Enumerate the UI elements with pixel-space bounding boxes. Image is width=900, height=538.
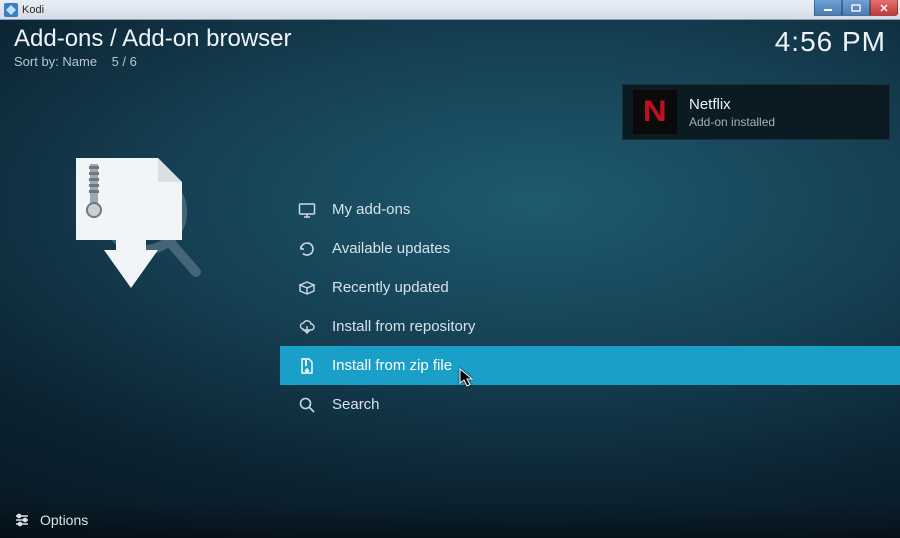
- download-illustration: [56, 150, 206, 300]
- monitor-icon: [298, 201, 316, 219]
- header: Add-ons / Add-on browser Sort by: Name 5…: [14, 26, 886, 69]
- options-icon[interactable]: [14, 512, 30, 528]
- menu-item-search[interactable]: Search: [280, 385, 900, 424]
- netflix-icon: N: [633, 90, 677, 134]
- search-icon: [298, 396, 316, 414]
- refresh-icon: [298, 240, 316, 258]
- sort-by-value: Name: [62, 54, 97, 69]
- options-label[interactable]: Options: [40, 512, 88, 528]
- addon-browser-menu: My add-ons Available updates Recently up…: [280, 190, 900, 424]
- clock: 4:56 PM: [775, 26, 886, 69]
- open-box-icon: [298, 279, 316, 297]
- window-controls: [814, 0, 898, 16]
- notification-toast: N Netflix Add-on installed: [622, 84, 890, 140]
- sort-line: Sort by: Name 5 / 6: [14, 54, 292, 69]
- notification-text: Netflix Add-on installed: [689, 96, 775, 129]
- notification-title: Netflix: [689, 96, 775, 113]
- menu-item-recently-updated[interactable]: Recently updated: [280, 268, 900, 307]
- window-close-button[interactable]: [870, 0, 898, 16]
- window-titlebar: Kodi: [0, 0, 900, 20]
- list-position: 5 / 6: [112, 54, 137, 69]
- netflix-icon-letter: N: [643, 95, 667, 129]
- menu-item-available-updates[interactable]: Available updates: [280, 229, 900, 268]
- notification-subtitle: Add-on installed: [689, 115, 775, 129]
- window-minimize-button[interactable]: [814, 0, 842, 16]
- menu-item-label: My add-ons: [332, 201, 410, 218]
- menu-item-label: Install from repository: [332, 318, 475, 335]
- window-title: Kodi: [22, 4, 44, 16]
- footer: Options: [0, 502, 900, 538]
- menu-item-install-from-repository[interactable]: Install from repository: [280, 307, 900, 346]
- window-maximize-button[interactable]: [842, 0, 870, 16]
- kodi-app: Add-ons / Add-on browser Sort by: Name 5…: [0, 20, 900, 538]
- menu-item-label: Search: [332, 396, 380, 413]
- breadcrumb: Add-ons / Add-on browser: [14, 26, 292, 52]
- menu-item-my-addons[interactable]: My add-ons: [280, 190, 900, 229]
- menu-item-install-from-zip-file[interactable]: Install from zip file: [280, 346, 900, 385]
- kodi-app-icon: [4, 3, 18, 17]
- menu-item-label: Available updates: [332, 240, 450, 257]
- cloud-download-icon: [298, 318, 316, 336]
- sort-by-label: Sort by:: [14, 54, 59, 69]
- menu-item-label: Install from zip file: [332, 357, 452, 374]
- header-left: Add-ons / Add-on browser Sort by: Name 5…: [14, 26, 292, 69]
- zip-file-icon: [298, 357, 316, 375]
- menu-item-label: Recently updated: [332, 279, 449, 296]
